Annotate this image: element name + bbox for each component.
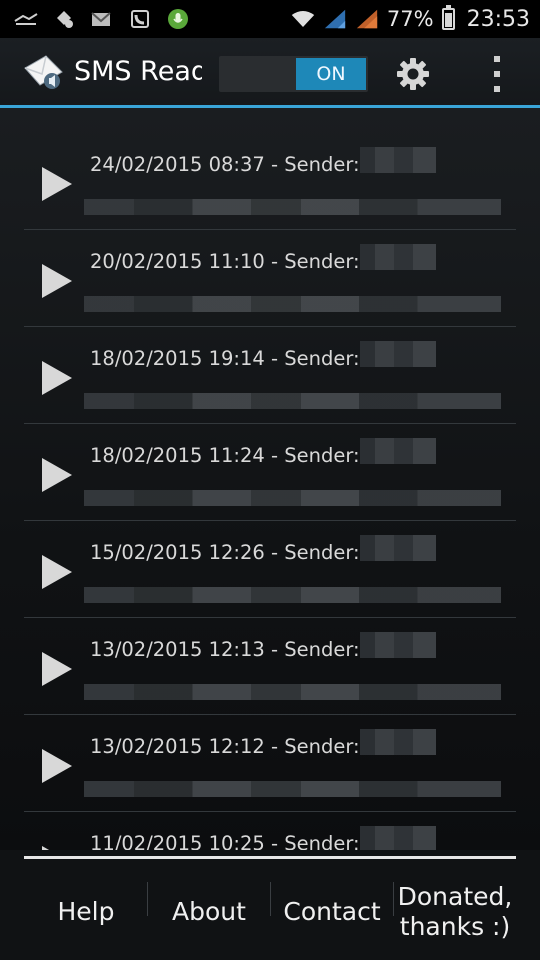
- play-icon[interactable]: [42, 458, 72, 492]
- microphone-icon: [166, 8, 190, 30]
- play-icon[interactable]: [42, 555, 72, 589]
- redacted-sender: [360, 341, 436, 367]
- app-logo-icon[interactable]: [22, 52, 64, 92]
- redacted-sender: [360, 244, 436, 270]
- redacted-message-body: [84, 474, 501, 506]
- redacted-message-body: [84, 377, 501, 409]
- redacted-message-body: [84, 183, 501, 215]
- call-notification-icon: [128, 8, 152, 30]
- redacted-sender: [360, 826, 436, 850]
- list-item[interactable]: 18/02/2015 19:14 - Sender:: [24, 327, 516, 424]
- redacted-sender: [360, 535, 436, 561]
- redacted-message-body: [84, 765, 501, 797]
- signal-icon: [355, 8, 379, 30]
- footer-bar: Help About Contact Donated, thanks :): [0, 850, 540, 960]
- footer-divider: [24, 856, 516, 859]
- message-timestamp: 18/02/2015 19:14 - Sender:: [90, 347, 360, 370]
- list-item[interactable]: 11/02/2015 10:25 - Sender:: [24, 812, 516, 850]
- redacted-sender: [360, 438, 436, 464]
- action-bar: SMS Reader ON: [0, 38, 540, 108]
- redacted-sender: [360, 729, 436, 755]
- gear-icon[interactable]: [396, 57, 430, 91]
- list-item[interactable]: 13/02/2015 12:12 - Sender:: [24, 715, 516, 812]
- message-timestamp: 15/02/2015 12:26 - Sender:: [90, 541, 360, 564]
- message-timestamp: 11/02/2015 10:25 - Sender:: [90, 832, 360, 850]
- message-timestamp: 13/02/2015 12:13 - Sender:: [90, 638, 360, 661]
- donate-label-line2: thanks :): [399, 912, 511, 941]
- redacted-sender: [360, 632, 436, 658]
- help-button[interactable]: Help: [28, 872, 144, 952]
- redacted-message-body: [84, 571, 501, 603]
- toggle-on-label: ON: [296, 58, 366, 90]
- android-debug-icon: [52, 8, 76, 30]
- app-title: SMS Reader: [74, 56, 202, 87]
- list-item[interactable]: 24/02/2015 08:37 - Sender:: [24, 133, 516, 230]
- message-timestamp: 20/02/2015 11:10 - Sender:: [90, 250, 360, 273]
- service-toggle[interactable]: ON: [219, 56, 368, 92]
- play-icon[interactable]: [42, 264, 72, 298]
- usb-icon: [14, 8, 38, 30]
- divider: [270, 882, 271, 916]
- about-button[interactable]: About: [150, 872, 268, 952]
- battery-percent: 77%: [386, 7, 434, 31]
- redacted-message-body: [84, 280, 501, 312]
- clock: 23:53: [466, 6, 530, 32]
- redacted-sender: [360, 147, 436, 173]
- play-icon[interactable]: [42, 652, 72, 686]
- message-timestamp: 13/02/2015 12:12 - Sender:: [90, 735, 360, 758]
- divider: [147, 882, 148, 916]
- donate-button[interactable]: Donated, thanks :): [396, 872, 514, 952]
- list-item[interactable]: 18/02/2015 11:24 - Sender:: [24, 424, 516, 521]
- play-icon[interactable]: [42, 167, 72, 201]
- battery-icon: [441, 5, 455, 30]
- message-timestamp: 24/02/2015 08:37 - Sender:: [90, 153, 360, 176]
- divider: [393, 882, 394, 916]
- redacted-message-body: [84, 668, 501, 700]
- signal-icon: [323, 8, 347, 30]
- list-item[interactable]: 15/02/2015 12:26 - Sender:: [24, 521, 516, 618]
- message-timestamp: 18/02/2015 11:24 - Sender:: [90, 444, 360, 467]
- message-list[interactable]: 24/02/2015 08:37 - Sender: 20/02/2015 11…: [0, 108, 540, 850]
- status-bar: 77% 23:53: [0, 0, 540, 38]
- list-item[interactable]: 13/02/2015 12:13 - Sender:: [24, 618, 516, 715]
- list-item[interactable]: 20/02/2015 11:10 - Sender:: [24, 230, 516, 327]
- wifi-icon: [291, 8, 315, 30]
- email-notification-icon: [90, 8, 114, 30]
- play-icon[interactable]: [42, 749, 72, 783]
- play-icon[interactable]: [42, 361, 72, 395]
- donate-label-line1: Donated,: [397, 882, 513, 911]
- contact-button[interactable]: Contact: [273, 872, 391, 952]
- overflow-menu-icon[interactable]: [490, 56, 504, 92]
